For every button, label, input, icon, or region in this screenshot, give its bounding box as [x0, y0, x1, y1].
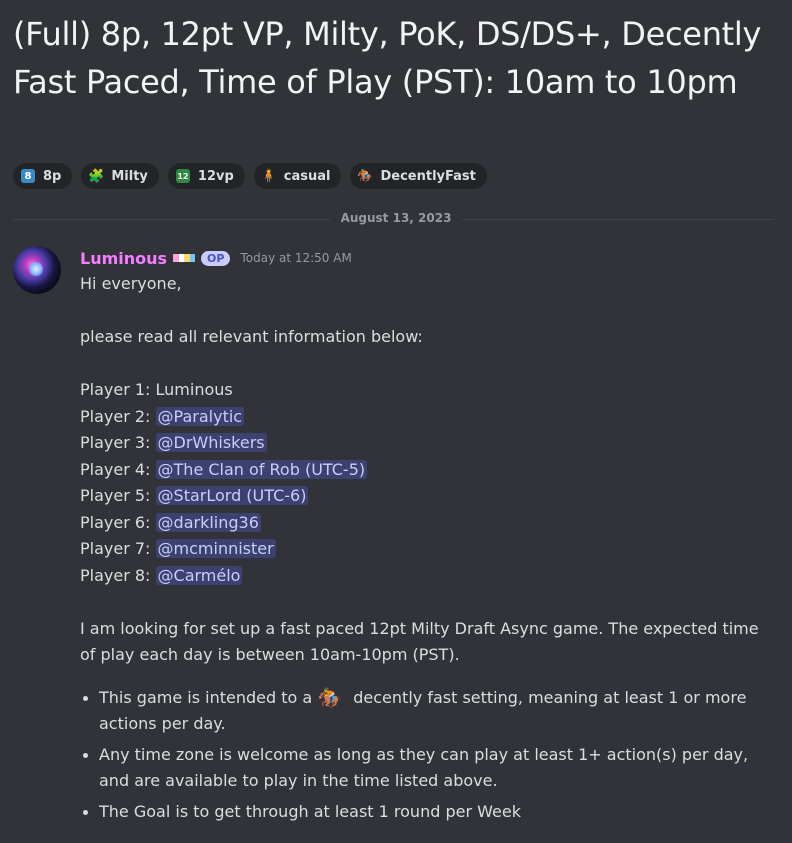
tag-8p[interactable]: 8 8p — [13, 163, 73, 189]
intro-text: please read all relevant information bel… — [80, 327, 423, 346]
author-name[interactable]: Luminous — [80, 249, 167, 268]
player-label: Player 1: — [80, 380, 156, 399]
tag-milty[interactable]: 🧩 Milty — [81, 163, 159, 189]
player-label: Player 4: — [80, 459, 156, 479]
avatar[interactable] — [13, 246, 61, 294]
rules-list: This game is intended to a 🏇 decently fas… — [80, 685, 770, 826]
list-item: The Goal is to get through at least 1 ro… — [83, 799, 770, 826]
tag-list: 8 8p 🧩 Milty 12 12vp 🧍 casual 🏇 Decently… — [13, 163, 487, 189]
person-icon: 🧍 — [260, 168, 277, 184]
timestamp[interactable]: Today at 12:50 AM — [240, 251, 351, 265]
user-mention[interactable]: @StarLord (UTC-6) — [155, 486, 309, 505]
player-label: Player 7: — [80, 539, 156, 558]
tag-casual[interactable]: 🧍 casual — [253, 163, 342, 189]
player-label: Player 2: — [80, 406, 156, 426]
tag-label: 8p — [43, 168, 62, 184]
list-item: Any time zone is welcome as long as they… — [83, 742, 770, 795]
user-mention[interactable]: @The Clan of Rob (UTC-5) — [155, 459, 368, 479]
bullet-text: This game is intended to a — [99, 687, 313, 707]
bullet-text: Any time zone is welcome as long as they… — [99, 744, 749, 791]
user-mention[interactable]: @darkling36 — [155, 512, 261, 532]
player-list: Player 1: Luminous Player 2: @Paralytic … — [80, 377, 770, 589]
player-line: Player 4: @The Clan of Rob (UTC-5) — [80, 457, 770, 484]
bullet-text: The Goal is to get through at least 1 ro… — [99, 801, 521, 821]
player-line: Player 6: @darkling36 — [80, 510, 770, 537]
tag-label: 12vp — [197, 168, 234, 184]
tag-12vp[interactable]: 12 12vp — [167, 163, 245, 189]
role-badge-icon — [173, 254, 196, 262]
user-mention[interactable]: @Paralytic — [155, 406, 245, 426]
date-divider: August 13, 2023 — [330, 211, 462, 225]
player-name: Luminous — [155, 380, 233, 399]
number-8-icon: 8 — [21, 169, 35, 183]
player-line: Player 8: @Carmélo — [80, 563, 770, 590]
player-label: Player 6: — [80, 512, 156, 532]
player-label: Player 3: — [80, 433, 156, 452]
greeting: Hi everyone, — [80, 274, 182, 293]
user-mention[interactable]: @Carmélo — [155, 565, 243, 585]
tag-label: casual — [283, 168, 331, 184]
description-text: I am looking for set up a fast paced 12p… — [80, 618, 759, 665]
player-line: Player 1: Luminous — [80, 377, 770, 404]
tag-label: Milty — [111, 168, 148, 184]
player-label: Player 5: — [80, 486, 156, 505]
horse-racing-icon: 🏇 — [357, 168, 374, 184]
player-line: Player 3: @DrWhiskers — [80, 430, 770, 457]
horse-racing-icon: 🏇 — [317, 685, 343, 710]
user-mention[interactable]: @DrWhiskers — [155, 433, 267, 452]
tag-label: DecentlyFast — [380, 168, 476, 184]
thread-title: (Full) 8p, 12pt VP, Milty, PoK, DS/DS+, … — [13, 15, 762, 101]
list-item: This game is intended to a 🏇 decently fas… — [83, 685, 770, 738]
number-12-icon: 12 — [175, 169, 190, 183]
puzzle-icon: 🧩 — [88, 168, 105, 184]
tag-decentlyfast[interactable]: 🏇 DecentlyFast — [350, 163, 487, 189]
player-line: Player 5: @StarLord (UTC-6) — [80, 483, 770, 510]
user-mention[interactable]: @mcminnister — [155, 539, 276, 558]
player-line: Player 7: @mcminnister — [80, 536, 770, 563]
message-header: Luminous OP Today at 12:50 AM — [80, 247, 352, 269]
player-line: Player 2: @Paralytic — [80, 404, 770, 431]
message-content: Hi everyone, please read all relevant in… — [80, 271, 770, 829]
player-label: Player 8: — [80, 565, 156, 585]
op-badge: OP — [201, 250, 231, 266]
